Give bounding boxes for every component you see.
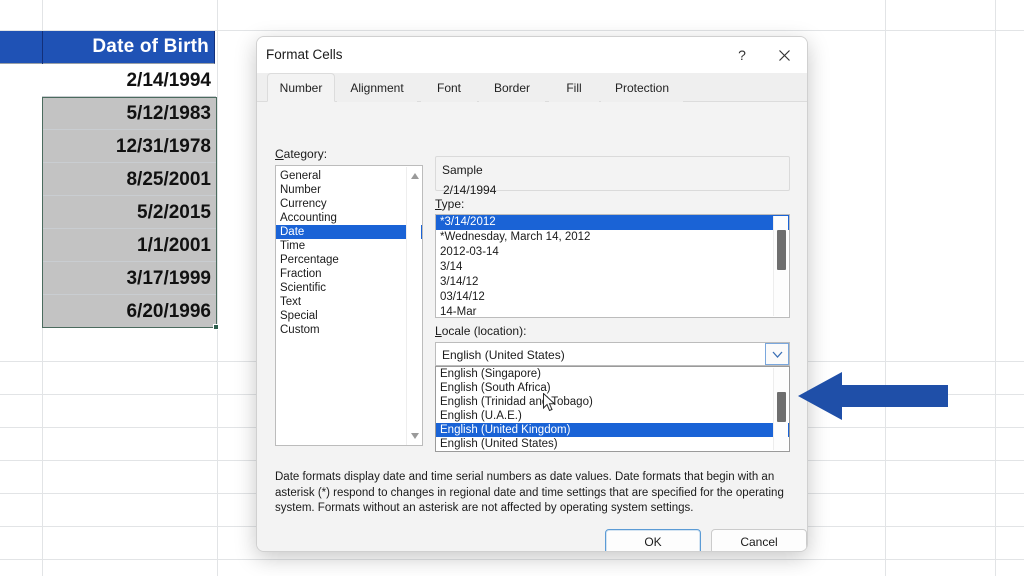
category-label-rest: ategory: [284,147,327,161]
tab-number[interactable]: Number [267,73,335,102]
tab-border[interactable]: Border [479,73,545,102]
type-label-rest: ype: [442,197,465,211]
list-item[interactable]: Custom [276,323,422,337]
header-column-divider [42,31,43,64]
tab-font[interactable]: Font [421,73,477,102]
table-row[interactable]: 12/31/1978 [42,130,216,163]
locale-dropdown-list[interactable]: English (Singapore) English (South Afric… [435,366,790,452]
annotation-arrow-icon [798,370,948,422]
dialog-titlebar: Format Cells ? [257,37,808,73]
list-item[interactable]: Accounting [276,211,422,225]
list-item[interactable]: General [276,169,422,183]
sample-label: Sample [439,163,486,177]
format-description: Date formats display date and time seria… [275,470,791,517]
list-item[interactable]: Number [276,183,422,197]
column-header-cell[interactable]: Date of Birth [0,31,215,64]
close-icon[interactable] [769,41,799,69]
list-item[interactable]: English (South Africa) [436,381,789,395]
format-cells-dialog: Format Cells ? Number Alignment Font Bor… [256,36,808,552]
list-item[interactable]: Text [276,295,422,309]
list-item[interactable]: Scientific [276,281,422,295]
list-item[interactable]: 2012-03-14 [436,245,789,260]
sample-value: 2/14/1994 [443,183,496,197]
table-row[interactable]: 8/25/2001 [42,163,216,196]
tab-strip: Number Alignment Font Border Fill Protec… [257,73,808,102]
list-item[interactable]: 03/14/12 [436,290,789,305]
list-item[interactable]: Special [276,309,422,323]
category-label: Category: [275,147,327,161]
type-label: Type: [435,197,464,211]
mouse-cursor [543,393,557,413]
list-item[interactable]: Time [276,239,422,253]
list-item[interactable]: Fraction [276,267,422,281]
category-listbox[interactable]: General Number Currency Accounting Date … [275,165,423,446]
dialog-title: Format Cells [266,47,343,62]
category-scrollbar[interactable] [406,167,421,446]
help-icon-glyph: ? [738,47,746,63]
locale-scrollbar[interactable] [773,368,788,450]
list-item[interactable]: 3/14 [436,260,789,275]
list-item[interactable]: 3/14/12 [436,275,789,290]
tab-protection[interactable]: Protection [601,73,683,102]
locale-label-rest: ocale (location): [442,324,527,338]
dialog-body: Category: General Number Currency Accoun… [257,102,808,529]
tab-fill[interactable]: Fill [549,73,599,102]
locale-label: Locale (location): [435,324,526,338]
list-item[interactable]: English (Trinidad and Tobago) [436,395,789,409]
chevron-down-icon[interactable] [765,343,789,365]
table-row[interactable]: 1/1/2001 [42,229,216,262]
list-item-selected[interactable]: *3/14/2012 [436,215,789,230]
cancel-button[interactable]: Cancel [711,529,807,552]
selection-fill-handle[interactable] [213,324,219,330]
table-row[interactable]: 3/17/1999 [42,262,216,295]
type-listbox[interactable]: *3/14/2012 *Wednesday, March 14, 2012 20… [435,214,790,318]
list-item[interactable]: *Wednesday, March 14, 2012 [436,230,789,245]
type-scrollbar-thumb[interactable] [777,230,786,270]
tab-alignment[interactable]: Alignment [337,73,417,102]
list-item[interactable]: English (Singapore) [436,367,789,381]
scroll-up-icon[interactable] [407,169,422,183]
column-header-label: Date of Birth [92,36,209,58]
locale-scrollbar-thumb[interactable] [777,392,786,422]
list-item[interactable]: Currency [276,197,422,211]
table-row[interactable]: 5/12/1983 [42,97,216,130]
list-item-selected[interactable]: Date [276,225,422,239]
dialog-footer: OK Cancel [257,529,808,552]
list-item-highlighted[interactable]: English (United Kingdom) [436,423,789,437]
table-row[interactable]: 6/20/1996 [42,295,216,328]
list-item[interactable]: English (United States) [436,437,789,451]
list-item[interactable]: 14-Mar [436,305,789,318]
type-scrollbar[interactable] [773,216,788,316]
locale-selected-value: English (United States) [442,348,565,362]
list-item[interactable]: Percentage [276,253,422,267]
scroll-down-icon[interactable] [407,429,422,443]
locale-combobox[interactable]: English (United States) [435,342,790,366]
list-item[interactable]: English (U.A.E.) [436,409,789,423]
ok-button[interactable]: OK [605,529,701,552]
screen: Date of Birth 2/14/1994 5/12/1983 12/31/… [0,0,1024,576]
help-icon[interactable]: ? [727,41,757,69]
table-row[interactable]: 5/2/2015 [42,196,216,229]
table-row[interactable]: 2/14/1994 [42,64,216,97]
